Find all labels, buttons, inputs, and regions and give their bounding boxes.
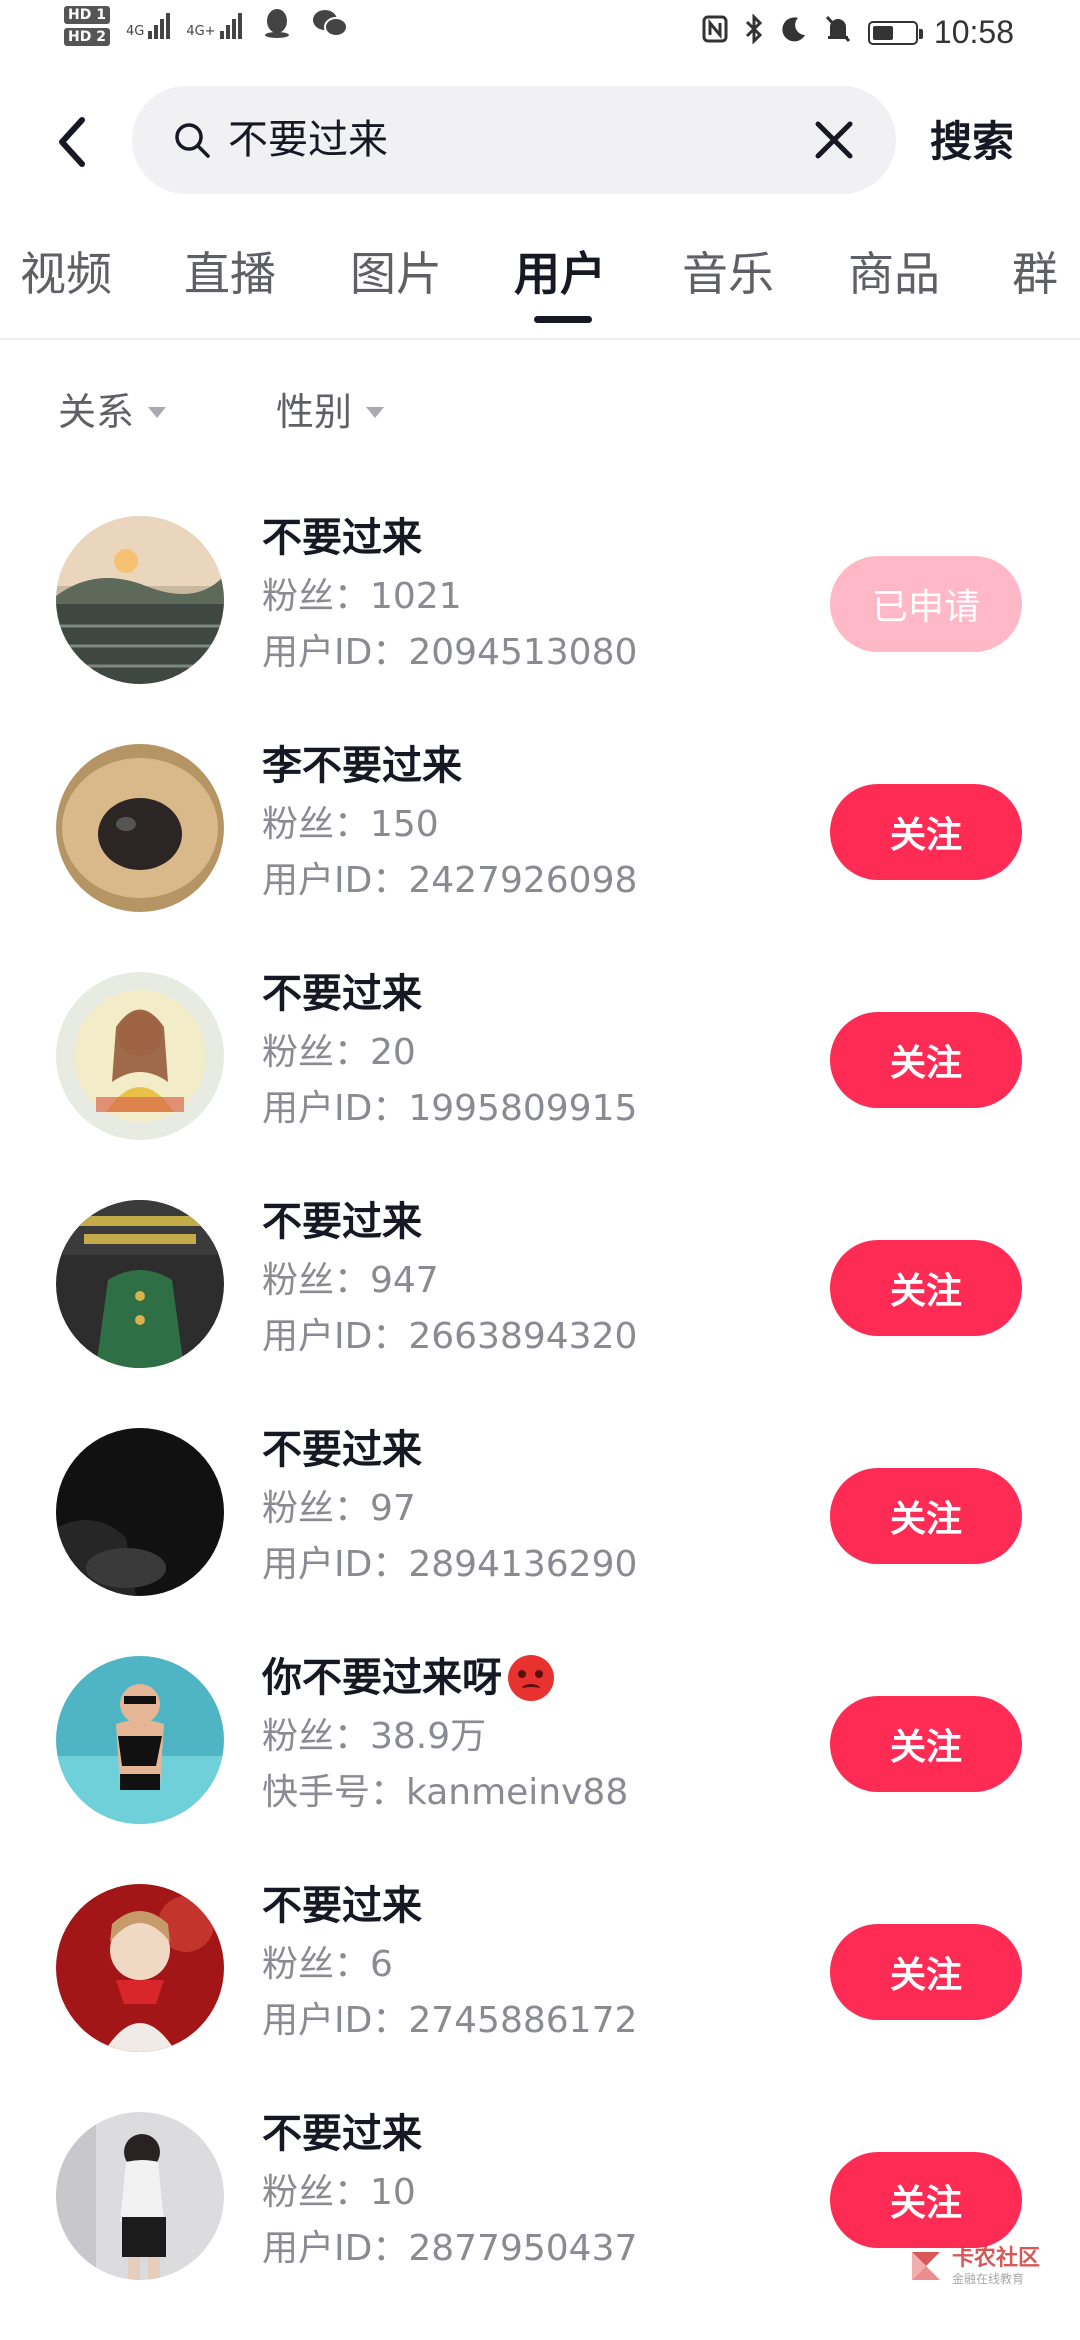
tab-live[interactable]: 直播 [184, 244, 276, 304]
user-name: 不要过来 [262, 2111, 422, 2157]
follower-count: 粉丝：150 [262, 804, 439, 845]
follow-button[interactable]: 关注 [830, 1924, 1022, 2020]
user-id: 用户ID：2745886172 [262, 2000, 638, 2041]
search-icon [175, 123, 210, 158]
follower-count: 粉丝：20 [262, 1032, 416, 1073]
avatar[interactable] [56, 744, 224, 912]
watermark-subtitle: 金融在线教育 [951, 2272, 1024, 2286]
search-button[interactable]: 搜索 [930, 114, 1014, 170]
tab-video[interactable]: 视频 [20, 244, 112, 304]
avatar[interactable] [56, 2112, 224, 2280]
follow-button[interactable]: 关注 [830, 1696, 1022, 1792]
signal-icon-1: 4G [125, 13, 171, 39]
follower-count: 粉丝：1021 [262, 576, 462, 617]
user-name: 李不要过来 [262, 743, 462, 789]
avatar[interactable] [56, 972, 224, 1140]
filter-relationship-label: 关系 [58, 390, 135, 434]
user-row[interactable]: 不要过来 粉丝：947 用户ID：2663894320 关注 [0, 1199, 1080, 1428]
user-id: 用户ID：1995809915 [262, 1088, 638, 1129]
back-arrow-icon [59, 117, 85, 167]
user-id: 用户ID：2663894320 [262, 1316, 638, 1357]
search-box[interactable]: 不要过来 [132, 86, 896, 194]
qq-icon [262, 7, 292, 46]
user-id: 快手号：kanmeinv88 [262, 1772, 629, 1813]
follower-count: 粉丝：947 [262, 1260, 439, 1301]
category-tabs: 视频 直播 图片 用户 音乐 商品 群 [0, 234, 1080, 340]
battery-icon [867, 20, 923, 45]
sim2-hd-badge: HD 2 [64, 28, 110, 46]
user-name: 不要过来 [262, 1883, 422, 1929]
user-row[interactable]: 不要过来 粉丝：20 用户ID：1995809915 关注 [0, 971, 1080, 1200]
user-row[interactable]: 李不要过来 粉丝：150 用户ID：2427926098 关注 [0, 743, 1080, 972]
user-name: 不要过来 [262, 1427, 422, 1473]
user-row[interactable]: 你不要过来呀 粉丝：38.9万 快手号：kanmeinv88 关注 [0, 1655, 1080, 1884]
avatar[interactable] [56, 1428, 224, 1596]
watermark: 卡农社区 金融在线教育 [908, 2246, 1040, 2286]
user-row[interactable]: 不要过来 粉丝：97 用户ID：2894136290 关注 [0, 1427, 1080, 1656]
applied-button[interactable]: 已申请 [830, 556, 1022, 652]
moon-icon [780, 15, 808, 50]
status-right: 10:58 [702, 13, 1014, 51]
user-id: 用户ID：2877950437 [262, 2228, 638, 2269]
tabs-divider [0, 338, 1080, 340]
tab-music[interactable]: 音乐 [682, 244, 774, 304]
watermark-logo-icon [911, 2252, 940, 2280]
filter-relationship[interactable]: 关系 [58, 386, 167, 438]
follow-button[interactable]: 关注 [830, 1012, 1022, 1108]
signal-icon-2: 4G+ [186, 13, 242, 39]
sim-indicators: HD 1 HD 2 [64, 6, 110, 46]
active-tab-indicator [534, 316, 592, 323]
filter-gender-label: 性别 [276, 390, 353, 434]
follower-count: 粉丝：10 [262, 2172, 416, 2213]
wechat-icon [312, 8, 348, 45]
follower-count: 粉丝：38.9万 [262, 1716, 487, 1757]
back-button[interactable] [50, 112, 94, 172]
angry-face-icon [508, 1655, 554, 1701]
watermark-title: 卡农社区 [951, 2246, 1040, 2271]
tab-products[interactable]: 商品 [848, 244, 940, 304]
user-name-row: 你不要过来呀 [262, 1650, 554, 1706]
nfc-icon [702, 15, 728, 50]
follow-button[interactable]: 关注 [830, 1240, 1022, 1336]
sim1-hd-badge: HD 1 [64, 6, 110, 24]
dropdown-caret-icon [366, 406, 385, 418]
tab-users[interactable]: 用户 [514, 244, 606, 304]
user-id: 用户ID：2427926098 [262, 860, 638, 901]
bluetooth-icon [744, 13, 764, 51]
user-name: 你不要过来呀 [262, 1655, 502, 1701]
tab-images[interactable]: 图片 [350, 244, 442, 304]
avatar[interactable] [56, 516, 224, 684]
user-row[interactable]: 不要过来 粉丝：6 用户ID：2745886172 关注 [0, 1883, 1080, 2112]
network-type-1: 4G [125, 24, 145, 39]
watermark-text: 卡农社区 金融在线教育 [952, 2246, 1040, 2286]
filter-gender[interactable]: 性别 [276, 386, 385, 438]
network-type-2: 4G+ [186, 24, 216, 39]
follow-button[interactable]: 关注 [830, 784, 1022, 880]
user-row[interactable]: 不要过来 粉丝：1021 用户ID：2094513080 已申请 [0, 515, 1080, 744]
user-name: 不要过来 [262, 515, 422, 561]
search-input[interactable]: 不要过来 [228, 114, 388, 166]
avatar[interactable] [56, 1884, 224, 2052]
user-name: 不要过来 [262, 971, 422, 1017]
user-row[interactable]: 不要过来 粉丝：10 用户ID：2877950437 关注 [0, 2111, 1080, 2340]
tab-groups[interactable]: 群 [1012, 244, 1058, 304]
avatar[interactable] [56, 1200, 224, 1368]
follower-count: 粉丝：97 [262, 1488, 416, 1529]
clear-icon[interactable] [812, 118, 856, 162]
follow-button[interactable]: 关注 [830, 2152, 1022, 2248]
status-left: HD 1 HD 2 4G 4G+ [64, 6, 348, 46]
status-time: 10:58 [933, 14, 1014, 50]
battery-level [872, 25, 893, 40]
avatar[interactable] [56, 1656, 224, 1824]
user-id: 用户ID：2894136290 [262, 1544, 638, 1585]
follow-button[interactable]: 关注 [830, 1468, 1022, 1564]
mute-bell-icon [824, 14, 852, 51]
user-name: 不要过来 [262, 1199, 422, 1245]
status-bar: HD 1 HD 2 4G 4G+ 10:58 [0, 0, 1080, 76]
dropdown-caret-icon [148, 406, 167, 418]
user-id: 用户ID：2094513080 [262, 632, 638, 673]
follower-count: 粉丝：6 [262, 1944, 393, 1985]
